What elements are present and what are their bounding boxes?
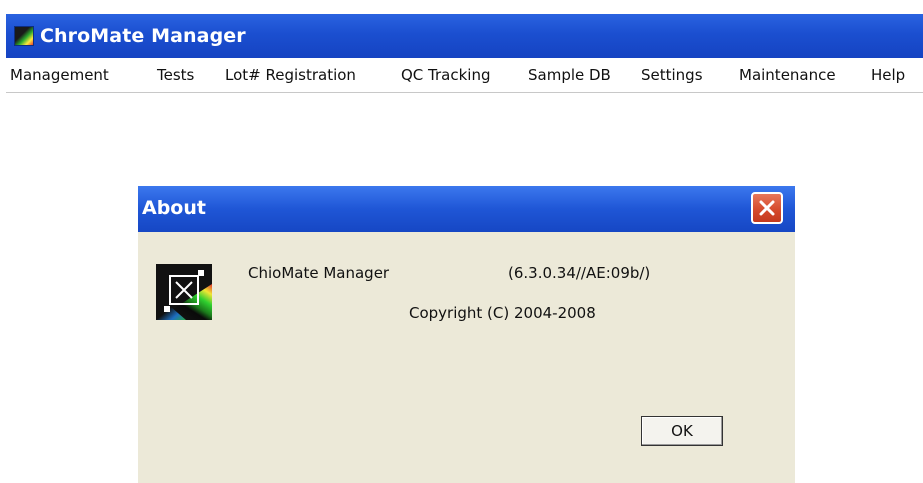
product-logo-icon — [156, 264, 212, 320]
app-titlebar: ChroMate Manager — [6, 14, 923, 58]
dialog-titlebar: About — [138, 186, 795, 232]
close-icon — [759, 200, 775, 216]
menu-sample-db[interactable]: Sample DB — [528, 66, 611, 84]
menu-qc-tracking[interactable]: QC Tracking — [401, 66, 491, 84]
menu-settings[interactable]: Settings — [641, 66, 703, 84]
menubar: Management Tests Lot# Registration QC Tr… — [6, 60, 923, 93]
copyright-text: Copyright (C) 2004-2008 — [409, 304, 596, 322]
menu-lot-registration[interactable]: Lot# Registration — [225, 66, 356, 84]
product-name: ChioMate Manager — [248, 264, 390, 282]
close-button[interactable] — [751, 192, 783, 224]
menu-management[interactable]: Management — [10, 66, 109, 84]
menu-maintenance[interactable]: Maintenance — [739, 66, 836, 84]
version-text: (6.3.0.34//AE:09b/) — [508, 264, 651, 282]
app-title: ChroMate Manager — [40, 25, 246, 47]
menu-help[interactable]: Help — [871, 66, 905, 84]
about-dialog: About ChioMate Manager (6.3.0.34//AE:09b… — [138, 186, 795, 483]
ok-button[interactable]: OK — [641, 416, 723, 446]
dialog-title: About — [142, 197, 206, 219]
menu-tests[interactable]: Tests — [157, 66, 194, 84]
app-logo-icon — [14, 26, 34, 46]
